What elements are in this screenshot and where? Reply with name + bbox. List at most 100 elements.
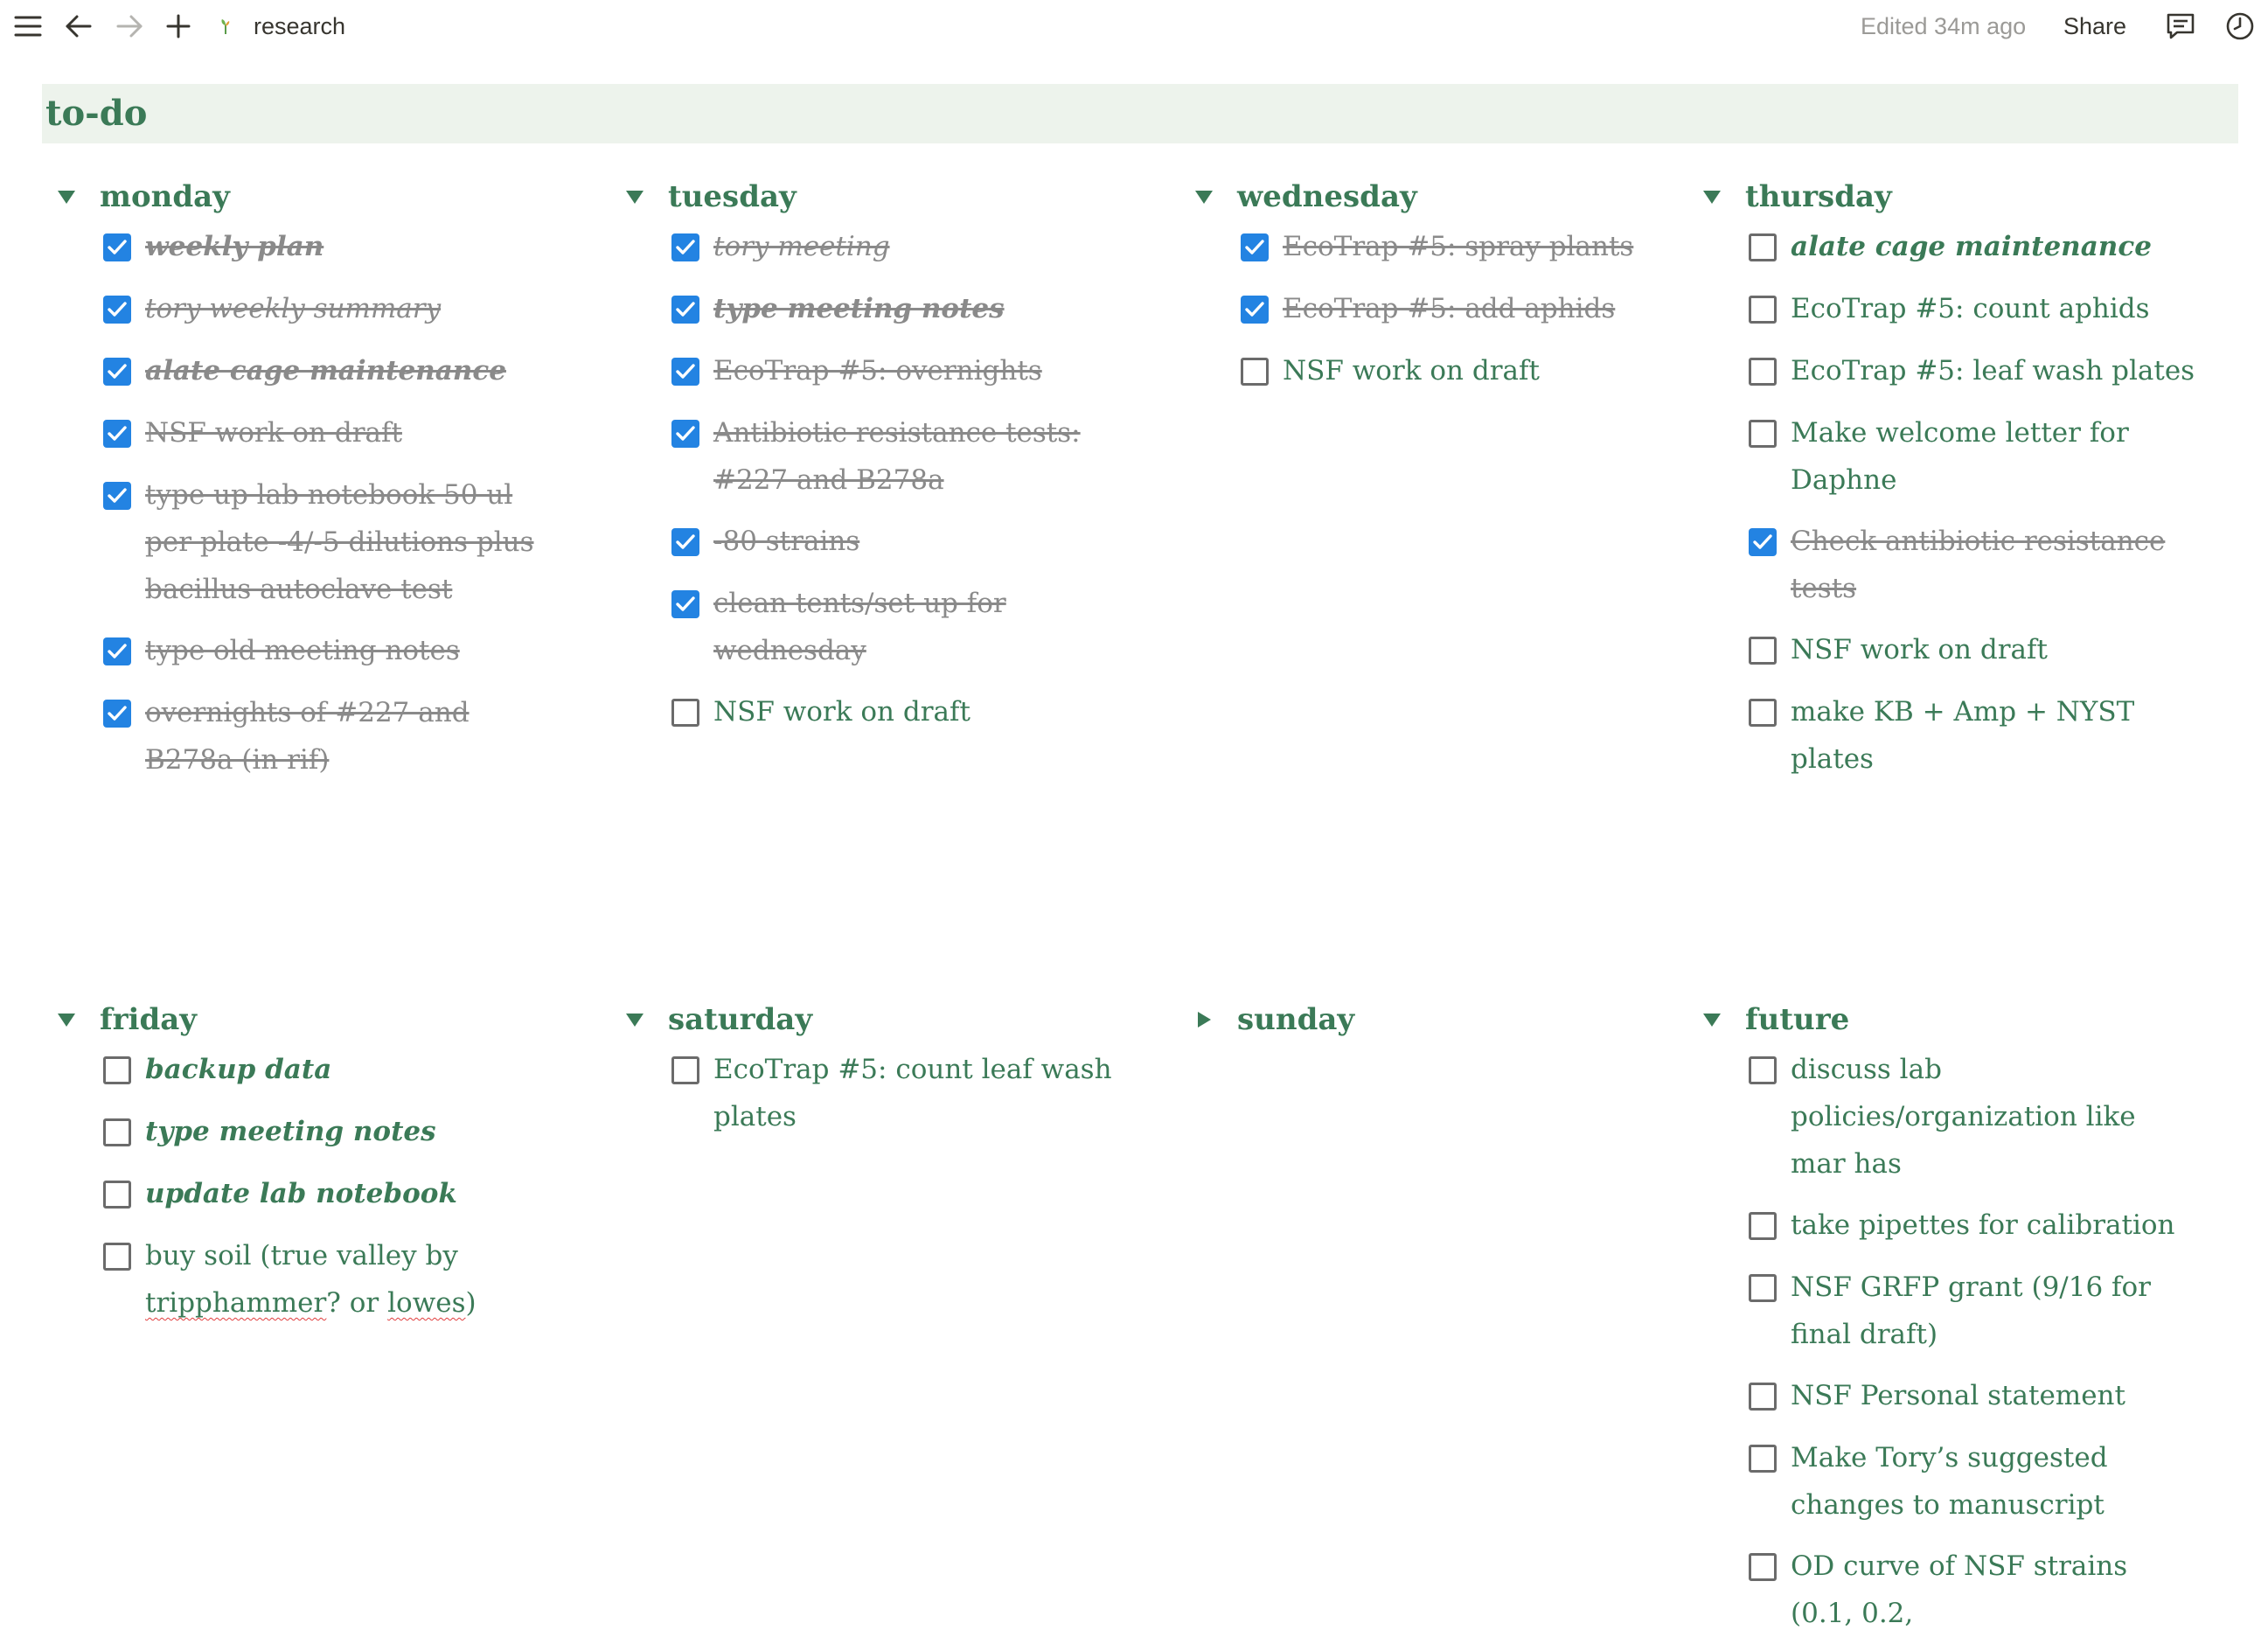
checkbox-checked[interactable] <box>671 420 699 448</box>
checkbox-unchecked[interactable] <box>1749 1212 1777 1240</box>
checkbox-unchecked[interactable] <box>1749 1056 1777 1084</box>
checkbox-checked[interactable] <box>103 700 131 728</box>
checkbox-unchecked[interactable] <box>1749 1445 1777 1473</box>
share-button[interactable]: Share <box>2063 9 2126 44</box>
todo-text[interactable]: EcoTrap #5: overnights <box>713 347 1119 394</box>
comment-icon[interactable] <box>2161 7 2200 45</box>
toggle-header-tuesday[interactable]: tuesday <box>612 171 1119 223</box>
triangle-down-icon[interactable] <box>1193 188 1214 206</box>
todo-text[interactable]: NSF work on draft <box>1791 626 2196 673</box>
checkbox-checked[interactable] <box>103 296 131 324</box>
arrow-right-icon[interactable] <box>112 7 147 45</box>
checkbox-unchecked[interactable] <box>103 1118 131 1146</box>
checkbox-checked[interactable] <box>103 482 131 510</box>
todo-text[interactable]: clean tents/set up for wednesday <box>713 580 1119 674</box>
arrow-left-icon[interactable] <box>61 7 96 45</box>
misspelled-word: tripphammer <box>145 1287 327 1319</box>
triangle-down-icon[interactable] <box>624 1011 645 1028</box>
todo-text[interactable]: NSF GRFP grant (9/16 for final draft) <box>1791 1264 2196 1358</box>
checkbox-checked[interactable] <box>1749 528 1777 556</box>
todo-text[interactable]: tory meeting <box>713 223 1119 270</box>
todo-text[interactable]: Check antibiotic resistance tests <box>1791 518 2196 612</box>
todo-text[interactable]: EcoTrap #5: add aphids <box>1283 285 1688 332</box>
checkbox-unchecked[interactable] <box>103 1243 131 1271</box>
toggle-header-saturday[interactable]: saturday <box>612 993 1119 1046</box>
todo-text[interactable]: EcoTrap #5: spray plants <box>1283 223 1688 270</box>
todo-text[interactable]: EcoTrap #5: count leaf wash plates <box>713 1046 1119 1140</box>
checkbox-unchecked[interactable] <box>103 1181 131 1209</box>
checkbox-checked[interactable] <box>1241 233 1269 261</box>
todo-text[interactable]: NSF work on draft <box>145 409 551 456</box>
checkbox-checked[interactable] <box>671 233 699 261</box>
checkbox-unchecked[interactable] <box>1749 1274 1777 1302</box>
todo-text[interactable]: weekly plan <box>145 223 551 270</box>
todo-text[interactable]: type meeting notes <box>713 285 1119 332</box>
todo-text[interactable]: EcoTrap #5: count aphids <box>1791 285 2196 332</box>
checkbox-checked[interactable] <box>671 590 699 618</box>
todo-text[interactable]: NSF work on draft <box>1283 347 1688 394</box>
checkbox-unchecked[interactable] <box>1749 296 1777 324</box>
breadcrumb[interactable]: research <box>254 9 345 44</box>
checkbox-unchecked[interactable] <box>1749 420 1777 448</box>
todo-text[interactable]: overnights of #227 and B278a (in rif) <box>145 689 551 784</box>
todo-text[interactable]: -80 strains <box>713 518 1119 565</box>
plus-icon[interactable] <box>161 7 196 45</box>
todo-text[interactable]: OD curve of NSF strains (0.1, 0.2, <box>1791 1543 2196 1637</box>
page-title[interactable]: to-do <box>45 84 147 143</box>
todo-text[interactable]: take pipettes for calibration <box>1791 1202 2196 1249</box>
todo-text[interactable]: NSF Personal statement <box>1791 1372 2196 1419</box>
todo-text[interactable]: backup data <box>145 1046 551 1093</box>
checkbox-unchecked[interactable] <box>671 699 699 727</box>
checkbox-checked[interactable] <box>103 637 131 665</box>
triangle-down-icon[interactable] <box>56 1011 77 1028</box>
todo-text[interactable]: update lab notebook <box>145 1170 551 1217</box>
todo-text[interactable]: discuss lab policies/organization like m… <box>1791 1046 2196 1188</box>
todo-item: type old meeting notes <box>101 627 551 675</box>
todo-text[interactable]: Make Tory’s suggested changes to manuscr… <box>1791 1434 2196 1529</box>
toggle-header-wednesday[interactable]: wednesday <box>1181 171 1688 223</box>
toggle-header-sunday[interactable]: sunday <box>1181 993 1688 1046</box>
triangle-down-icon[interactable] <box>1701 188 1722 206</box>
checkbox-unchecked[interactable] <box>1749 1383 1777 1411</box>
checkbox-checked[interactable] <box>671 296 699 324</box>
hamburger-menu-icon[interactable] <box>10 7 45 45</box>
checkbox-unchecked[interactable] <box>671 1056 699 1084</box>
todo-text[interactable]: EcoTrap #5: leaf wash plates <box>1791 347 2196 394</box>
todo-text-content: weekly plan <box>145 231 324 262</box>
checkbox-checked[interactable] <box>103 420 131 448</box>
toggle-header-friday[interactable]: friday <box>44 993 551 1046</box>
todo-text[interactable]: Make welcome letter for Daphne <box>1791 409 2196 504</box>
checkbox-unchecked[interactable] <box>1749 699 1777 727</box>
checkbox-checked[interactable] <box>103 233 131 261</box>
triangle-right-icon[interactable] <box>1193 1011 1214 1028</box>
checkbox-unchecked[interactable] <box>1241 358 1269 386</box>
checkbox-unchecked[interactable] <box>1749 233 1777 261</box>
checkbox-checked[interactable] <box>671 528 699 556</box>
triangle-down-icon[interactable] <box>56 188 77 206</box>
todo-text[interactable]: type old meeting notes <box>145 627 551 674</box>
triangle-down-icon[interactable] <box>1701 1011 1722 1028</box>
checkbox-unchecked[interactable] <box>1749 1553 1777 1581</box>
todo-text[interactable]: buy soil (true valley by tripphammer? or… <box>145 1232 551 1327</box>
checkbox-unchecked[interactable] <box>1749 637 1777 665</box>
toggle-header-thursday[interactable]: thursday <box>1689 171 2196 223</box>
toggle-header-future[interactable]: future <box>1689 993 2196 1046</box>
todo-text[interactable]: Antibiotic resistance tests: #227 and B2… <box>713 409 1119 504</box>
toggle-header-monday[interactable]: monday <box>44 171 551 223</box>
todo-list: backup data type meeting notes update lab … <box>44 1046 551 1327</box>
triangle-down-icon[interactable] <box>624 188 645 206</box>
checkbox-unchecked[interactable] <box>103 1056 131 1084</box>
clock-icon[interactable] <box>2221 7 2259 45</box>
todo-text[interactable]: tory weekly summary <box>145 285 551 332</box>
todo-text[interactable]: NSF work on draft <box>713 688 1119 735</box>
todo-text[interactable]: type up lab notebook 50 ul per plate -4/… <box>145 471 551 613</box>
title-highlight <box>42 84 2238 143</box>
checkbox-unchecked[interactable] <box>1749 358 1777 386</box>
checkbox-checked[interactable] <box>1241 296 1269 324</box>
todo-text[interactable]: alate cage maintenance <box>145 347 551 394</box>
checkbox-checked[interactable] <box>671 358 699 386</box>
todo-text[interactable]: alate cage maintenance <box>1791 223 2196 270</box>
todo-text[interactable]: type meeting notes <box>145 1108 551 1155</box>
checkbox-checked[interactable] <box>103 358 131 386</box>
todo-text[interactable]: make KB + Amp + NYST plates <box>1791 688 2196 783</box>
